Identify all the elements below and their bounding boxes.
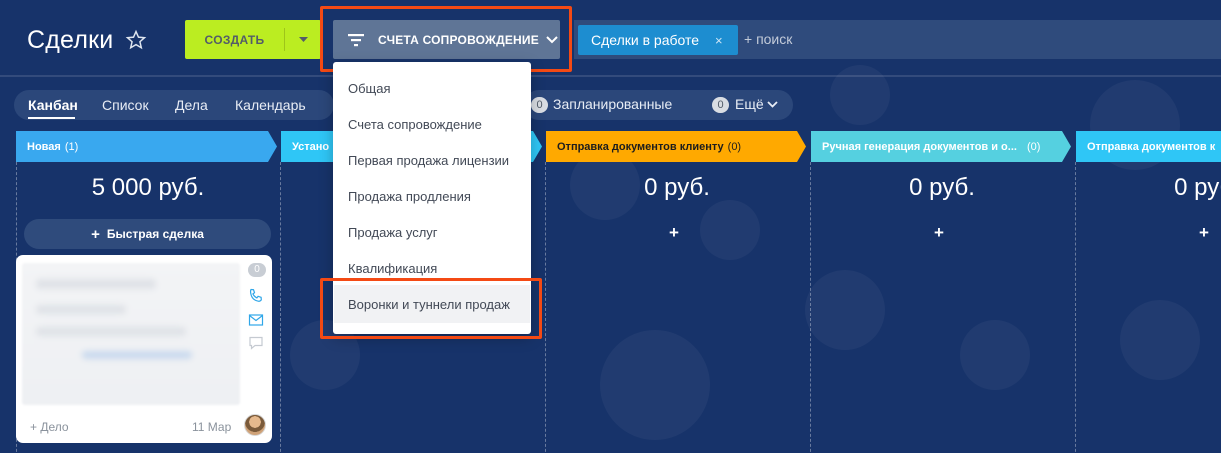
menu-item-general[interactable]: Общая xyxy=(348,81,391,96)
mail-icon[interactable] xyxy=(248,312,264,328)
stage-header-manual-docs[interactable]: Ручная генерация документов и о... (0) xyxy=(811,131,1071,162)
stage-header-send-docs-to[interactable]: Отправка документов к xyxy=(1076,131,1221,162)
add-deal-button[interactable]: + xyxy=(929,223,949,243)
chat-icon[interactable] xyxy=(248,335,264,351)
filter-chip[interactable]: Сделки в работе × xyxy=(578,25,738,55)
stage-name: Новая xyxy=(27,140,61,153)
menu-item-accounts-support[interactable]: Счета сопровождение xyxy=(348,117,482,132)
stage-name: Ручная генерация документов и о... xyxy=(822,140,1017,153)
column-divider xyxy=(1075,162,1076,453)
create-dropdown-toggle[interactable] xyxy=(285,20,321,59)
stage-amount: 0 руб. xyxy=(644,174,710,201)
chevron-down-icon[interactable] xyxy=(767,101,778,108)
counter-more[interactable]: Ещё xyxy=(735,96,764,112)
card-counter-badge: 0 xyxy=(248,263,266,277)
menu-item-renewal-sale[interactable]: Продажа продления xyxy=(348,189,471,204)
stage-name: Отправка документов клиенту xyxy=(557,140,724,153)
tab-kanban[interactable]: Канбан xyxy=(28,97,78,113)
card-date: 11 Мар xyxy=(192,420,232,434)
star-icon[interactable] xyxy=(125,29,147,51)
create-button[interactable]: СОЗДАТЬ xyxy=(185,20,321,59)
stage-count: (1) xyxy=(64,140,79,153)
stage-header-send-docs[interactable]: Отправка документов клиенту (0) xyxy=(546,131,806,162)
stage-amount: 0 руб. xyxy=(909,174,975,201)
avatar[interactable] xyxy=(244,414,266,436)
filter-chip-label: Сделки в работе xyxy=(591,32,700,48)
counter-badge: 0 xyxy=(712,97,729,113)
counter-badge: 0 xyxy=(531,97,548,113)
stage-amount: 5 000 руб. xyxy=(91,174,205,201)
header-divider xyxy=(0,75,1221,77)
tab-activities[interactable]: Дела xyxy=(175,97,208,113)
stage-count: (0) xyxy=(727,140,742,153)
add-activity-link[interactable]: + Дело xyxy=(30,420,69,434)
search-input[interactable]: + поиск xyxy=(744,31,792,47)
highlight-frame-sales-funnels xyxy=(320,278,542,339)
stage-name: Устано xyxy=(292,140,330,153)
active-tab-indicator xyxy=(28,117,75,119)
counter-planned[interactable]: Запланированные xyxy=(553,96,672,112)
menu-item-qualification[interactable]: Квалификация xyxy=(348,261,437,276)
column-divider xyxy=(810,162,811,453)
tab-calendar[interactable]: Календарь xyxy=(235,97,306,113)
phone-icon[interactable] xyxy=(248,288,264,304)
page-title: Сделки xyxy=(27,26,114,54)
create-button-label[interactable]: СОЗДАТЬ xyxy=(185,20,284,59)
plus-icon: + xyxy=(91,225,100,243)
quick-deal-button[interactable]: + Быстрая сделка xyxy=(24,219,271,249)
close-icon[interactable]: × xyxy=(715,33,723,48)
caret-down-icon xyxy=(298,36,308,42)
stage-name: Отправка документов к xyxy=(1087,140,1216,153)
add-deal-button[interactable]: + xyxy=(1194,223,1214,243)
stage-count: (0) xyxy=(1026,140,1041,153)
add-deal-button[interactable]: + xyxy=(664,223,684,243)
blurred-deal-content xyxy=(22,263,240,405)
stage-amount: 0 руб. xyxy=(1174,174,1221,201)
column-divider xyxy=(280,162,281,453)
tab-list[interactable]: Список xyxy=(102,97,149,113)
menu-item-first-license-sale[interactable]: Первая продажа лицензии xyxy=(348,153,509,168)
menu-item-services-sale[interactable]: Продажа услуг xyxy=(348,225,438,240)
deal-card[interactable] xyxy=(16,255,272,443)
stage-header-new[interactable]: Новая (1) xyxy=(16,131,277,162)
column-divider xyxy=(545,162,546,453)
quick-deal-label: Быстрая сделка xyxy=(106,227,204,241)
